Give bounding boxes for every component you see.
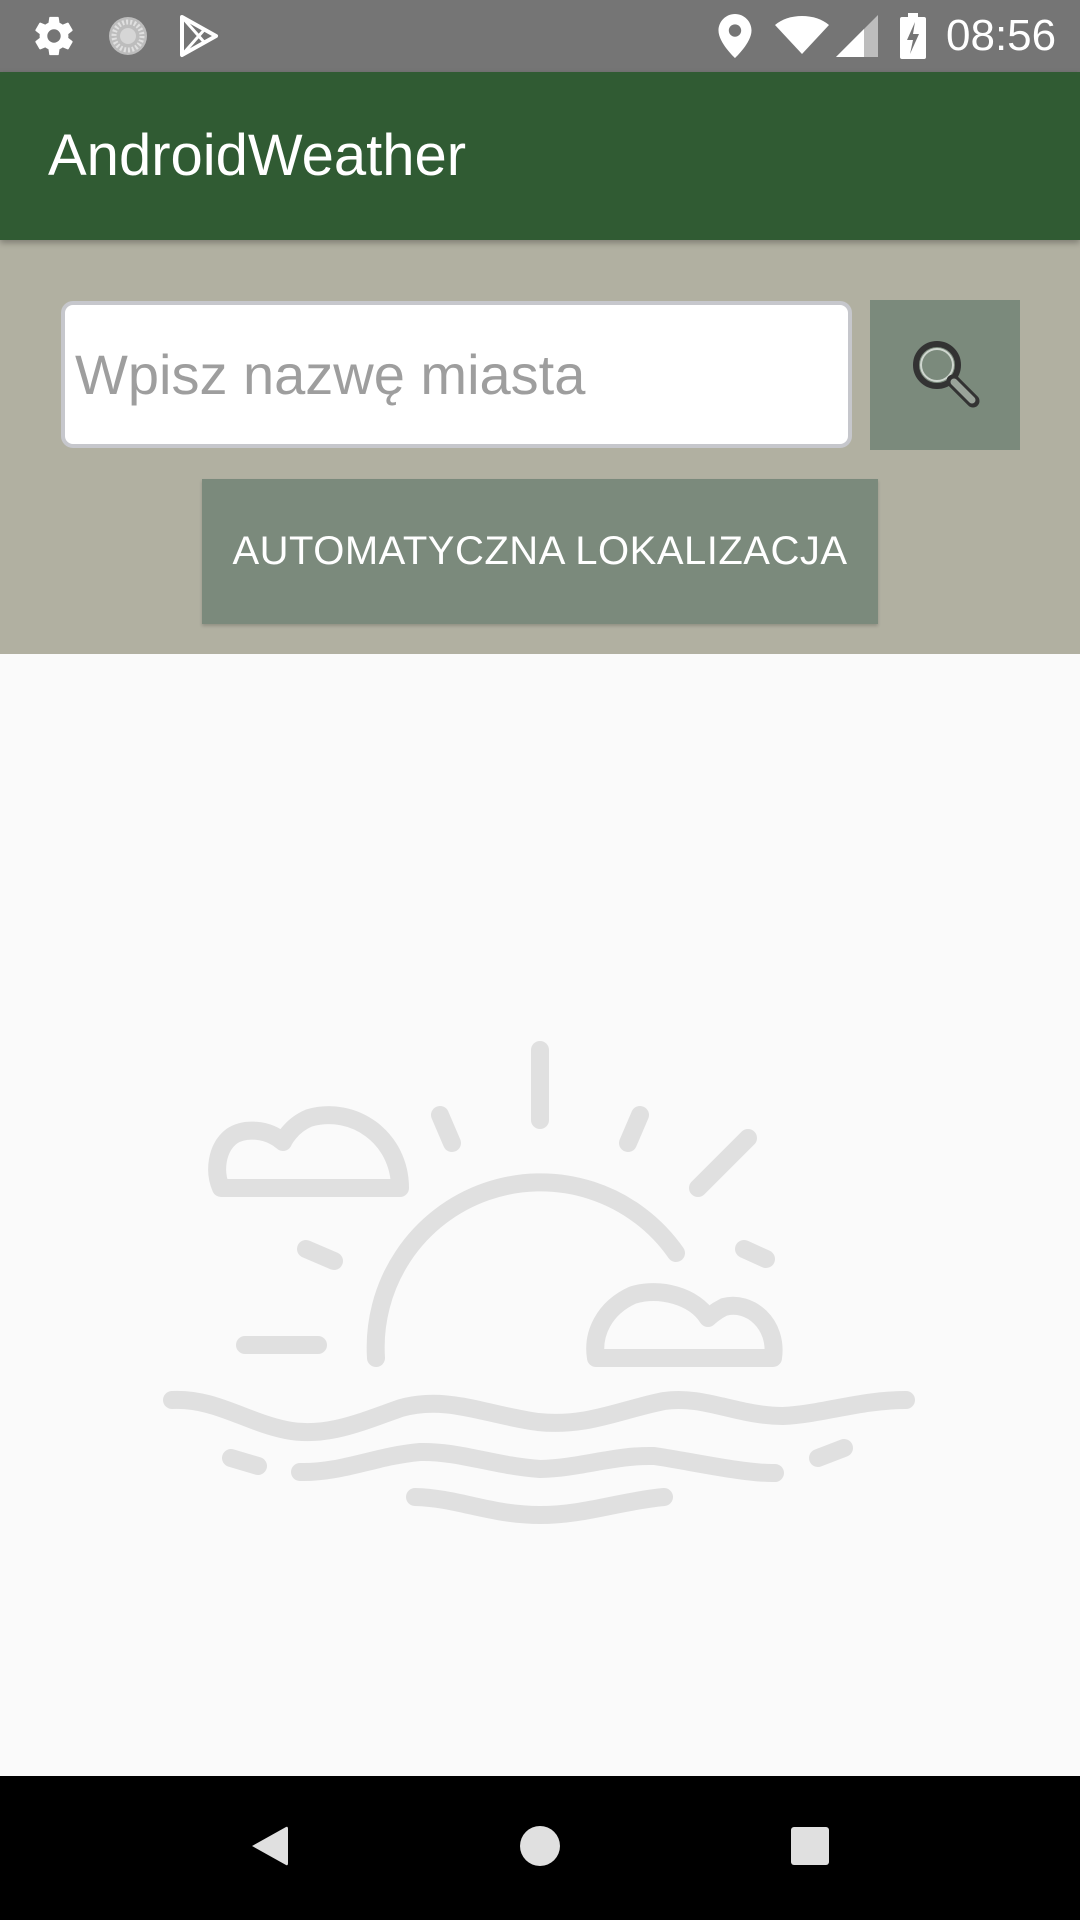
back-button[interactable]: [210, 1776, 330, 1920]
sunset-over-sea-icon: [160, 1030, 920, 1550]
battery-charging-icon: [896, 0, 930, 72]
wifi-icon: [772, 0, 832, 72]
signal-icon: [832, 0, 882, 72]
back-icon: [250, 1824, 290, 1873]
status-bar: 08:56: [0, 0, 1080, 72]
app-screen: 08:56 AndroidWeather AUTOMATYCZNA LOKALI…: [0, 0, 1080, 1920]
navigation-bar: [0, 1776, 1080, 1920]
auto-location-label: AUTOMATYCZNA LOKALIZACJA: [232, 529, 848, 573]
status-time: 08:56: [946, 11, 1057, 60]
app-title: AndroidWeather: [48, 123, 467, 188]
play-store-icon: [170, 0, 226, 72]
recents-button[interactable]: [750, 1776, 870, 1920]
auto-location-button[interactable]: AUTOMATYCZNA LOKALIZACJA: [202, 479, 878, 624]
search-button[interactable]: [870, 300, 1020, 450]
app-bar: AndroidWeather: [0, 72, 1080, 240]
search-icon: [907, 335, 983, 416]
sync-icon: [100, 0, 156, 72]
recents-icon: [791, 1826, 829, 1870]
gear-icon: [26, 0, 82, 72]
city-search-input[interactable]: [65, 305, 848, 444]
home-icon: [519, 1825, 561, 1872]
home-button[interactable]: [480, 1776, 600, 1920]
city-input-container: [61, 301, 852, 448]
location-icon: [710, 0, 760, 72]
